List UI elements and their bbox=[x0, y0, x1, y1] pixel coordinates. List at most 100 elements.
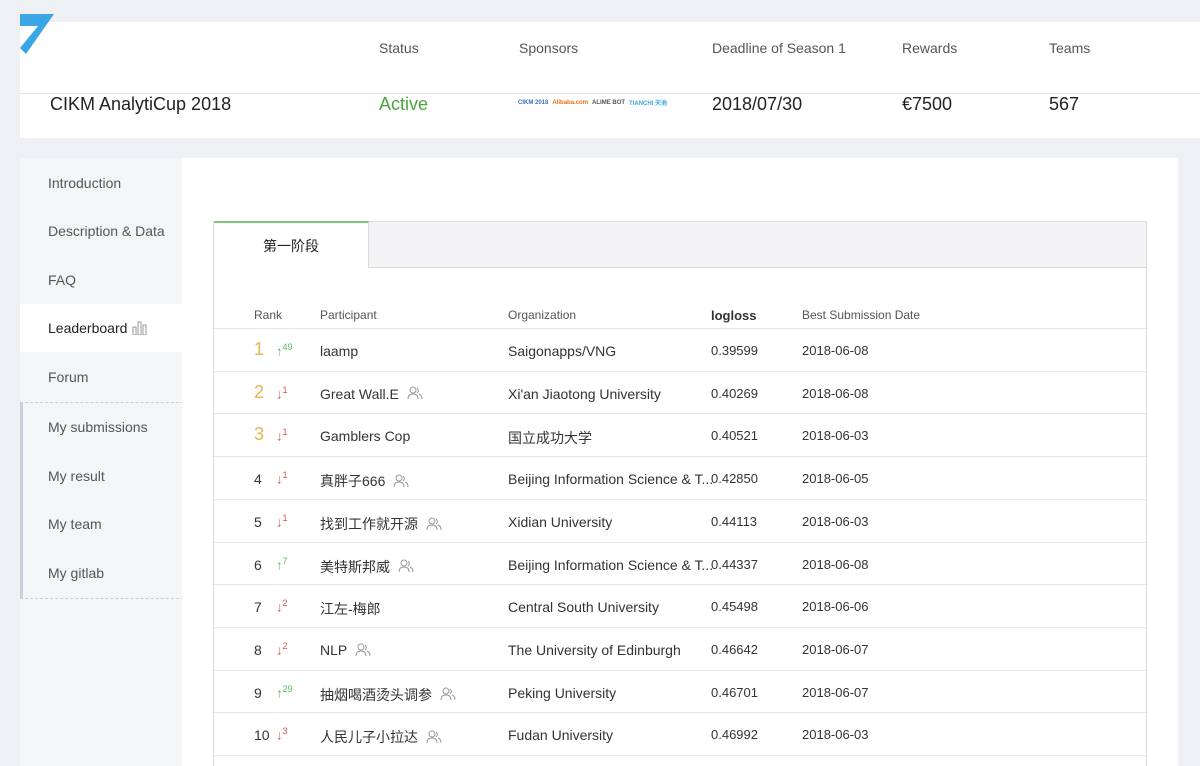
participant-name[interactable]: Gamblers Cop bbox=[320, 428, 410, 444]
organization-value: Peking University bbox=[508, 684, 617, 701]
competition-title: CIKM AnalytiCup 2018 bbox=[50, 94, 232, 114]
team-icon bbox=[398, 559, 414, 576]
rank-change: ↓1 bbox=[276, 385, 288, 401]
score-value: 0.44113 bbox=[711, 513, 758, 529]
sidebar-item-my-gitlab[interactable]: My gitlab bbox=[20, 549, 182, 597]
rank-change-value: 2 bbox=[282, 640, 288, 651]
sidebar-item-leaderboard[interactable]: Leaderboard bbox=[20, 304, 182, 352]
rank-change: ↓1 bbox=[276, 427, 288, 443]
sidebar-item-label: My team bbox=[48, 516, 102, 532]
sidebar-item-introduction[interactable]: Introduction bbox=[20, 159, 182, 207]
sidebar-item-my-submissions[interactable]: My submissions bbox=[20, 403, 182, 451]
date-value: 2018-06-03 bbox=[802, 513, 869, 529]
leaderboard-panel: 第一阶段 Rank Participant Organization loglo… bbox=[213, 221, 1147, 766]
rank-change: ↓2 bbox=[276, 641, 288, 657]
table-row: 8 ↓2 NLP The University of Edinburgh 0.46642… bbox=[214, 626, 1146, 670]
rank-change-value: 1 bbox=[282, 512, 288, 523]
rank-change: ↓1 bbox=[276, 513, 288, 529]
participant-cell: NLP bbox=[320, 642, 371, 660]
date-value: 2018-06-08 bbox=[802, 343, 869, 358]
participant-cell: 美特斯邦威 bbox=[320, 557, 414, 577]
team-icon bbox=[393, 474, 409, 491]
team-icon bbox=[426, 517, 442, 534]
participant-cell: 找到工作就开源 bbox=[320, 514, 442, 534]
participant-name[interactable]: 美特斯邦威 bbox=[320, 559, 390, 575]
date-value: 2018-06-03 bbox=[802, 428, 869, 444]
score-value: 0.46642 bbox=[711, 641, 758, 657]
sponsor-logo-alibaba: Alibaba.com bbox=[552, 99, 589, 106]
sidebar-item-my-result[interactable]: My result bbox=[20, 452, 182, 500]
col-participant-header: Participant bbox=[320, 308, 377, 322]
participant-name[interactable]: 找到工作就开源 bbox=[320, 516, 418, 532]
sidebar-item-label: My result bbox=[48, 468, 105, 484]
status-value: Active bbox=[379, 94, 429, 114]
rank-change: ↑29 bbox=[276, 684, 293, 700]
teams-value: 567 bbox=[1049, 94, 1080, 114]
site-logo-icon[interactable] bbox=[20, 14, 56, 56]
stage-tabbar: 第一阶段 bbox=[214, 221, 1146, 268]
table-row: 2 ↓1 Great Wall.E Xi'an Jiaotong University… bbox=[214, 370, 1146, 414]
sidebar-item-label: Description & Data bbox=[48, 223, 165, 239]
score-value: 0.40269 bbox=[711, 385, 758, 401]
score-value: 0.42850 bbox=[711, 471, 758, 487]
teams-header: Teams bbox=[1049, 40, 1091, 56]
main-content: 第一阶段 Rank Participant Organization loglo… bbox=[182, 158, 1178, 766]
organization-value: Xi'an Jiaotong University bbox=[508, 385, 661, 402]
organization-value: Beijing Information Science & T... bbox=[508, 471, 714, 488]
sidebar-nav: Introduction Description & Data FAQ Lead… bbox=[20, 158, 214, 766]
rank-change: ↓1 bbox=[276, 470, 288, 486]
score-value: 0.46992 bbox=[711, 727, 758, 743]
participant-cell: 真胖子666 bbox=[320, 471, 409, 491]
table-bottom-border bbox=[214, 755, 1146, 756]
rank-change: ↓2 bbox=[276, 598, 288, 614]
participant-name[interactable]: 真胖子666 bbox=[320, 473, 385, 489]
date-value: 2018-06-08 bbox=[802, 556, 869, 572]
rank-value: 4 bbox=[254, 471, 262, 488]
col-organization-header: Organization bbox=[508, 308, 577, 322]
sidebar-item-label: Forum bbox=[48, 369, 89, 385]
table-row: 4 ↓1 真胖子666 Beijing Information Science & T… bbox=[214, 456, 1146, 499]
sidebar-item-faq[interactable]: FAQ bbox=[20, 256, 182, 304]
tab-stage-1[interactable]: 第一阶段 bbox=[214, 221, 369, 268]
sidebar-item-label: FAQ bbox=[48, 272, 77, 288]
rank-value: 7 bbox=[254, 599, 262, 616]
participant-name[interactable]: 江左-梅郎 bbox=[320, 601, 381, 617]
team-icon bbox=[355, 643, 371, 660]
participant-name[interactable]: 抽烟喝酒烫头调参 bbox=[320, 687, 432, 703]
sidebar-item-forum[interactable]: Forum bbox=[20, 353, 182, 401]
status-header: Status bbox=[379, 40, 419, 56]
date-value: 2018-06-05 bbox=[802, 471, 869, 487]
rank-value: 5 bbox=[254, 513, 262, 530]
team-icon bbox=[407, 386, 423, 403]
participant-name[interactable]: Great Wall.E bbox=[320, 386, 399, 402]
rank-change: ↑7 bbox=[276, 556, 288, 572]
sidebar-item-label: My submissions bbox=[48, 419, 148, 435]
participant-name[interactable]: NLP bbox=[320, 642, 347, 658]
participant-name[interactable]: 人民儿子小拉达 bbox=[320, 729, 418, 745]
col-rank-header: Rank bbox=[254, 308, 283, 322]
participant-cell: 人民儿子小拉达 bbox=[320, 727, 442, 747]
col-score-header[interactable]: logloss bbox=[711, 308, 757, 323]
participant-name[interactable]: laamp bbox=[320, 343, 358, 359]
rank-value: 9 bbox=[254, 684, 262, 701]
rank-change-value: 1 bbox=[282, 470, 288, 481]
sidebar-item-description-data[interactable]: Description & Data bbox=[20, 207, 182, 255]
table-row: 1 ↑49 laamp Saigonapps/VNG 0.39599 2018-06-08 bbox=[214, 328, 1146, 371]
rank-change-value: 1 bbox=[282, 384, 288, 395]
rank-value: 6 bbox=[254, 556, 262, 573]
table-row: 10 ↓3 人民儿子小拉达 Fudan University 0.46992 2018-0… bbox=[214, 712, 1146, 755]
score-value: 0.40521 bbox=[711, 428, 758, 444]
sponsor-logos: CIKM 2018 Alibaba.com ALIME BOT TIANCHI … bbox=[518, 98, 667, 108]
organization-value: 国立成功大学 bbox=[508, 430, 592, 447]
rank-change-value: 2 bbox=[282, 598, 288, 609]
score-value: 0.39599 bbox=[711, 343, 758, 358]
sidebar-item-my-team[interactable]: My team bbox=[20, 500, 182, 548]
participant-cell: 江左-梅郎 bbox=[320, 599, 381, 619]
rank-value: 10 bbox=[254, 727, 270, 744]
sponsor-logo-alime: ALIME BOT bbox=[592, 99, 626, 106]
participant-cell: laamp bbox=[320, 343, 358, 359]
organization-value: Fudan University bbox=[508, 727, 614, 744]
rank-value: 2 bbox=[254, 381, 265, 402]
participant-cell: Great Wall.E bbox=[320, 386, 423, 404]
table-row: 5 ↓1 找到工作就开源 Xidian University 0.44113 2018-0… bbox=[214, 498, 1146, 542]
